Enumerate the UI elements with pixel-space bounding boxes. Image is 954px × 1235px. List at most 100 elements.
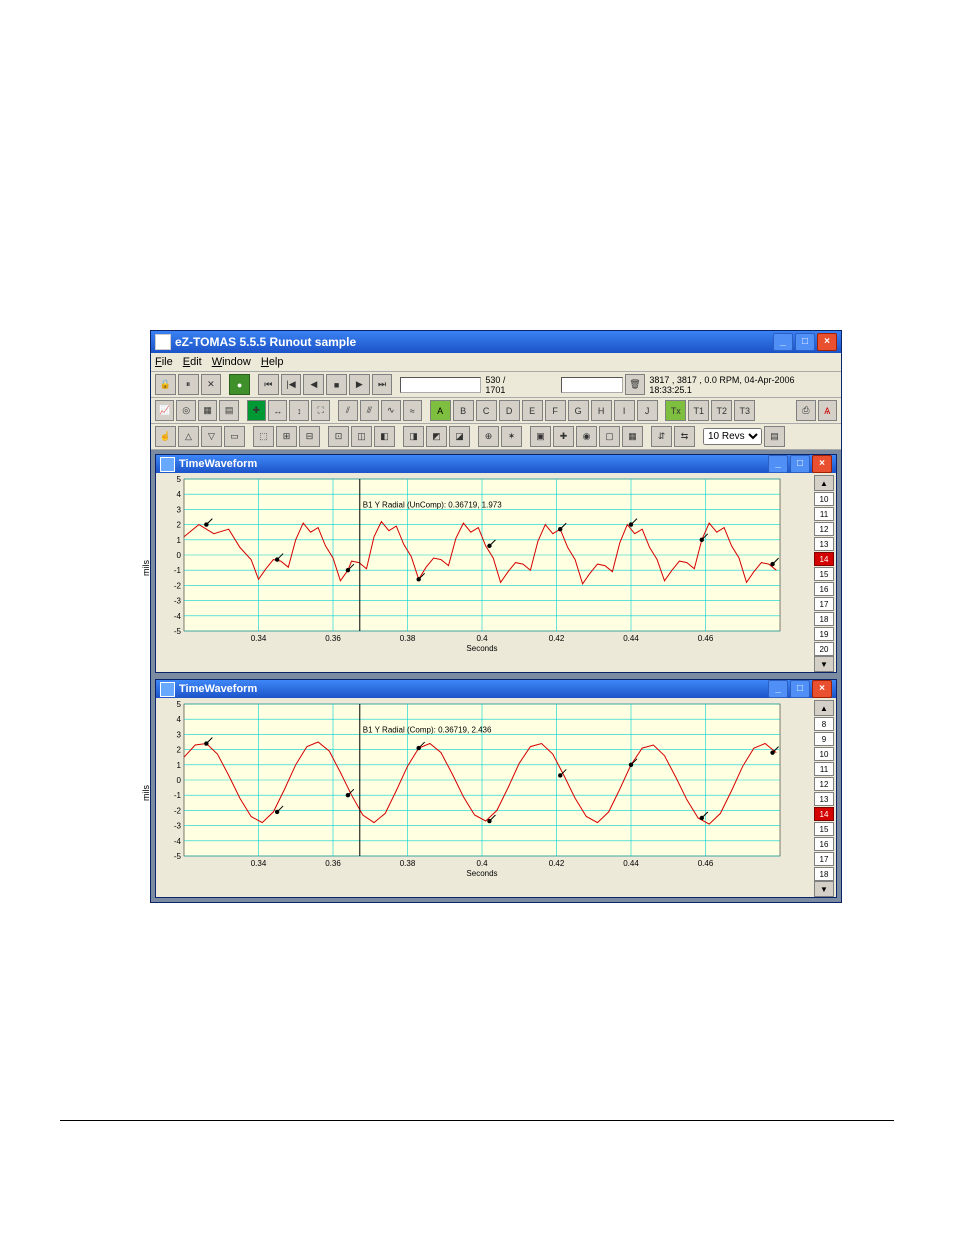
menu-window[interactable]: Window — [212, 356, 251, 368]
tool-l-icon[interactable]: ▣ — [530, 426, 551, 447]
plot-type-4-icon[interactable]: ▤ — [219, 400, 238, 421]
play-icon[interactable]: ▶ — [349, 374, 370, 395]
revs-select[interactable]: 10 Revs — [703, 428, 762, 445]
first-icon[interactable]: ⏮ — [258, 374, 279, 395]
channel-button-18[interactable]: 18 — [814, 867, 834, 881]
pane-maximize-button[interactable]: □ — [790, 680, 810, 698]
channel-button-18[interactable]: 18 — [814, 612, 834, 626]
channel-button-15[interactable]: 15 — [814, 567, 834, 581]
pause-icon[interactable]: ⏸ — [178, 374, 199, 395]
tool-c-icon[interactable]: ⊟ — [299, 426, 320, 447]
close-button[interactable]: × — [817, 333, 837, 351]
pane-titlebar[interactable]: TimeWaveform_□× — [156, 455, 836, 473]
channel-scroll-down-icon[interactable]: ▼ — [814, 881, 834, 897]
tool-m-icon[interactable]: ✚ — [553, 426, 574, 447]
tool-e-icon[interactable]: ◫ — [351, 426, 372, 447]
tach-button-tx[interactable]: Tx — [665, 400, 686, 421]
channel-button-16[interactable]: 16 — [814, 582, 834, 596]
step-back-icon[interactable]: |◀ — [281, 374, 302, 395]
plot-type-1-icon[interactable]: 📈 — [155, 400, 174, 421]
stop-icon[interactable]: ■ — [326, 374, 347, 395]
channel-button-14[interactable]: 14 — [814, 552, 834, 566]
tool-a-icon[interactable]: ⬚ — [253, 426, 274, 447]
valley-icon[interactable]: ▽ — [201, 426, 222, 447]
channel-button-17[interactable]: 17 — [814, 852, 834, 866]
channel-scroll-up-icon[interactable]: ▲ — [814, 700, 834, 716]
tach-button-t1[interactable]: T1 — [688, 400, 709, 421]
last-icon[interactable]: ⏭ — [372, 374, 393, 395]
zoom-both-icon[interactable]: ⛶ — [311, 400, 330, 421]
play-back-icon[interactable]: ◀ — [303, 374, 324, 395]
maximize-button[interactable]: □ — [795, 333, 815, 351]
speed-slider[interactable] — [561, 377, 622, 393]
trash-icon[interactable]: 🗑 — [625, 374, 646, 395]
channel-button-10[interactable]: 10 — [814, 747, 834, 761]
plot-type-3-icon[interactable]: ▦ — [198, 400, 217, 421]
tool-o-icon[interactable]: ▢ — [599, 426, 620, 447]
menu-edit[interactable]: Edit — [183, 356, 202, 368]
letter-button-a[interactable]: A — [430, 400, 451, 421]
channel-scroll-up-icon[interactable]: ▲ — [814, 475, 834, 491]
tool-d-icon[interactable]: ⊡ — [328, 426, 349, 447]
plot-type-2-icon[interactable]: ◎ — [176, 400, 195, 421]
tool-p-icon[interactable]: ▦ — [622, 426, 643, 447]
zoom-x-icon[interactable]: ↔ — [268, 400, 287, 421]
export-icon[interactable]: ⎙ — [796, 400, 815, 421]
tool-b-icon[interactable]: ⊞ — [276, 426, 297, 447]
band-icon[interactable]: ▭ — [224, 426, 245, 447]
letter-button-i[interactable]: I — [614, 400, 635, 421]
channel-button-14[interactable]: 14 — [814, 807, 834, 821]
cursor-icon[interactable]: ☝ — [155, 426, 176, 447]
pane-close-button[interactable]: × — [812, 455, 832, 473]
channel-button-19[interactable]: 19 — [814, 627, 834, 641]
channel-button-10[interactable]: 10 — [814, 492, 834, 506]
plot-area[interactable]: 543210-1-2-3-4-50.340.360.380.40.420.440… — [156, 698, 812, 878]
letter-button-b[interactable]: B — [453, 400, 474, 421]
tool-j-icon[interactable]: ⊕ — [478, 426, 499, 447]
channel-button-16[interactable]: 16 — [814, 837, 834, 851]
grid-toggle-icon[interactable]: ✚ — [247, 400, 266, 421]
tool-n-icon[interactable]: ◉ — [576, 426, 597, 447]
letter-button-e[interactable]: E — [522, 400, 543, 421]
channel-button-11[interactable]: 11 — [814, 507, 834, 521]
record-button[interactable]: ● — [229, 374, 250, 395]
channel-button-8[interactable]: 8 — [814, 717, 834, 731]
tool-q-icon[interactable]: ⇵ — [651, 426, 672, 447]
plot-area[interactable]: 543210-1-2-3-4-50.340.360.380.40.420.440… — [156, 473, 812, 653]
pane-close-button[interactable]: × — [812, 680, 832, 698]
tach-button-t3[interactable]: T3 — [734, 400, 755, 421]
pane-maximize-button[interactable]: □ — [790, 455, 810, 473]
channel-button-9[interactable]: 9 — [814, 732, 834, 746]
minimize-button[interactable]: _ — [773, 333, 793, 351]
channel-button-13[interactable]: 13 — [814, 792, 834, 806]
zoom-y-icon[interactable]: ↕ — [289, 400, 308, 421]
delete-icon[interactable]: ✕ — [201, 374, 222, 395]
tool-g-icon[interactable]: ◨ — [403, 426, 424, 447]
channel-scroll-down-icon[interactable]: ▼ — [814, 656, 834, 672]
tool-k-icon[interactable]: ✶ — [501, 426, 522, 447]
channel-button-12[interactable]: 12 — [814, 777, 834, 791]
position-slider[interactable] — [400, 377, 481, 393]
channel-button-17[interactable]: 17 — [814, 597, 834, 611]
menu-file[interactable]: File — [155, 356, 173, 368]
channel-button-15[interactable]: 15 — [814, 822, 834, 836]
channel-button-11[interactable]: 11 — [814, 762, 834, 776]
scale-3-icon[interactable]: ∿ — [381, 400, 400, 421]
tool-i-icon[interactable]: ◪ — [449, 426, 470, 447]
letter-button-g[interactable]: G — [568, 400, 589, 421]
pane-minimize-button[interactable]: _ — [768, 455, 788, 473]
channel-button-20[interactable]: 20 — [814, 642, 834, 656]
peak-icon[interactable]: △ — [178, 426, 199, 447]
channel-button-12[interactable]: 12 — [814, 522, 834, 536]
apply-revs-icon[interactable]: ▤ — [764, 426, 785, 447]
menu-help[interactable]: Help — [261, 356, 284, 368]
scale-2-icon[interactable]: ⫻ — [360, 400, 379, 421]
analyze-icon[interactable]: Ѧ — [818, 400, 837, 421]
tool-h-icon[interactable]: ◩ — [426, 426, 447, 447]
letter-button-c[interactable]: C — [476, 400, 497, 421]
scale-1-icon[interactable]: ⫽ — [338, 400, 357, 421]
letter-button-d[interactable]: D — [499, 400, 520, 421]
pane-minimize-button[interactable]: _ — [768, 680, 788, 698]
channel-button-13[interactable]: 13 — [814, 537, 834, 551]
scale-4-icon[interactable]: ≈ — [403, 400, 422, 421]
